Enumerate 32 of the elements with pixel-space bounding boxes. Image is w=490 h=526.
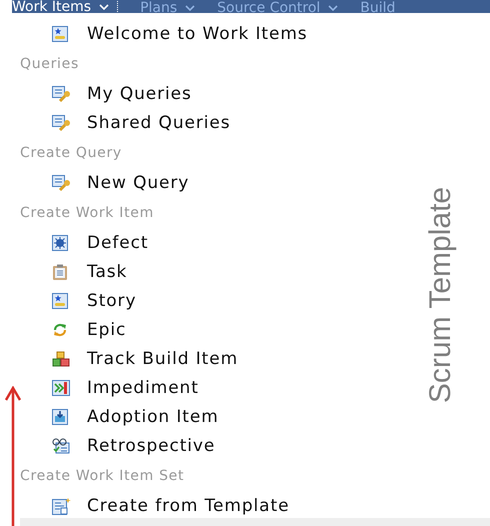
menu-link[interactable]: My Queries — [87, 84, 192, 104]
menu-link[interactable]: Adoption Item — [87, 406, 219, 426]
menu-link[interactable]: Epic — [87, 320, 126, 340]
menu-link[interactable]: Retrospective — [87, 436, 216, 456]
menu-link[interactable]: Impediment — [87, 378, 199, 398]
menu-link[interactable]: Shared Queries — [87, 112, 230, 132]
download-tray-icon — [52, 408, 68, 424]
menu-link[interactable]: New Query — [87, 172, 190, 192]
nav-tab[interactable]: Work Items — [12, 0, 118, 13]
section-heading: Create Work Item Set — [20, 468, 184, 484]
section-heading: Create Query — [20, 144, 122, 160]
annotation-label: Scrum Template — [424, 186, 458, 404]
clipboard-icon — [52, 264, 68, 280]
bug-icon — [52, 234, 68, 250]
template-icon — [52, 496, 72, 514]
section-heading: Queries — [20, 56, 79, 72]
query-key-icon — [52, 174, 72, 190]
story-card-icon — [52, 26, 68, 42]
menu-link[interactable]: Defect — [87, 232, 148, 252]
menu-link[interactable]: Task — [87, 262, 128, 282]
menu-link[interactable]: Story — [87, 290, 136, 310]
query-key-icon — [52, 86, 72, 102]
cycle-arrows-icon — [52, 322, 68, 338]
query-key-icon — [52, 114, 72, 130]
menu-link[interactable]: Welcome to Work Items — [87, 24, 308, 44]
menu-link[interactable]: Create from Template — [87, 496, 290, 516]
blocked-arrows-icon — [52, 380, 70, 396]
blocks-icon — [52, 350, 70, 366]
story-card-icon — [52, 292, 68, 308]
section-heading: Create Work Item — [20, 204, 154, 220]
glasses-checklist-icon — [52, 438, 70, 454]
menu-link[interactable]: Track Build Item — [87, 348, 238, 368]
